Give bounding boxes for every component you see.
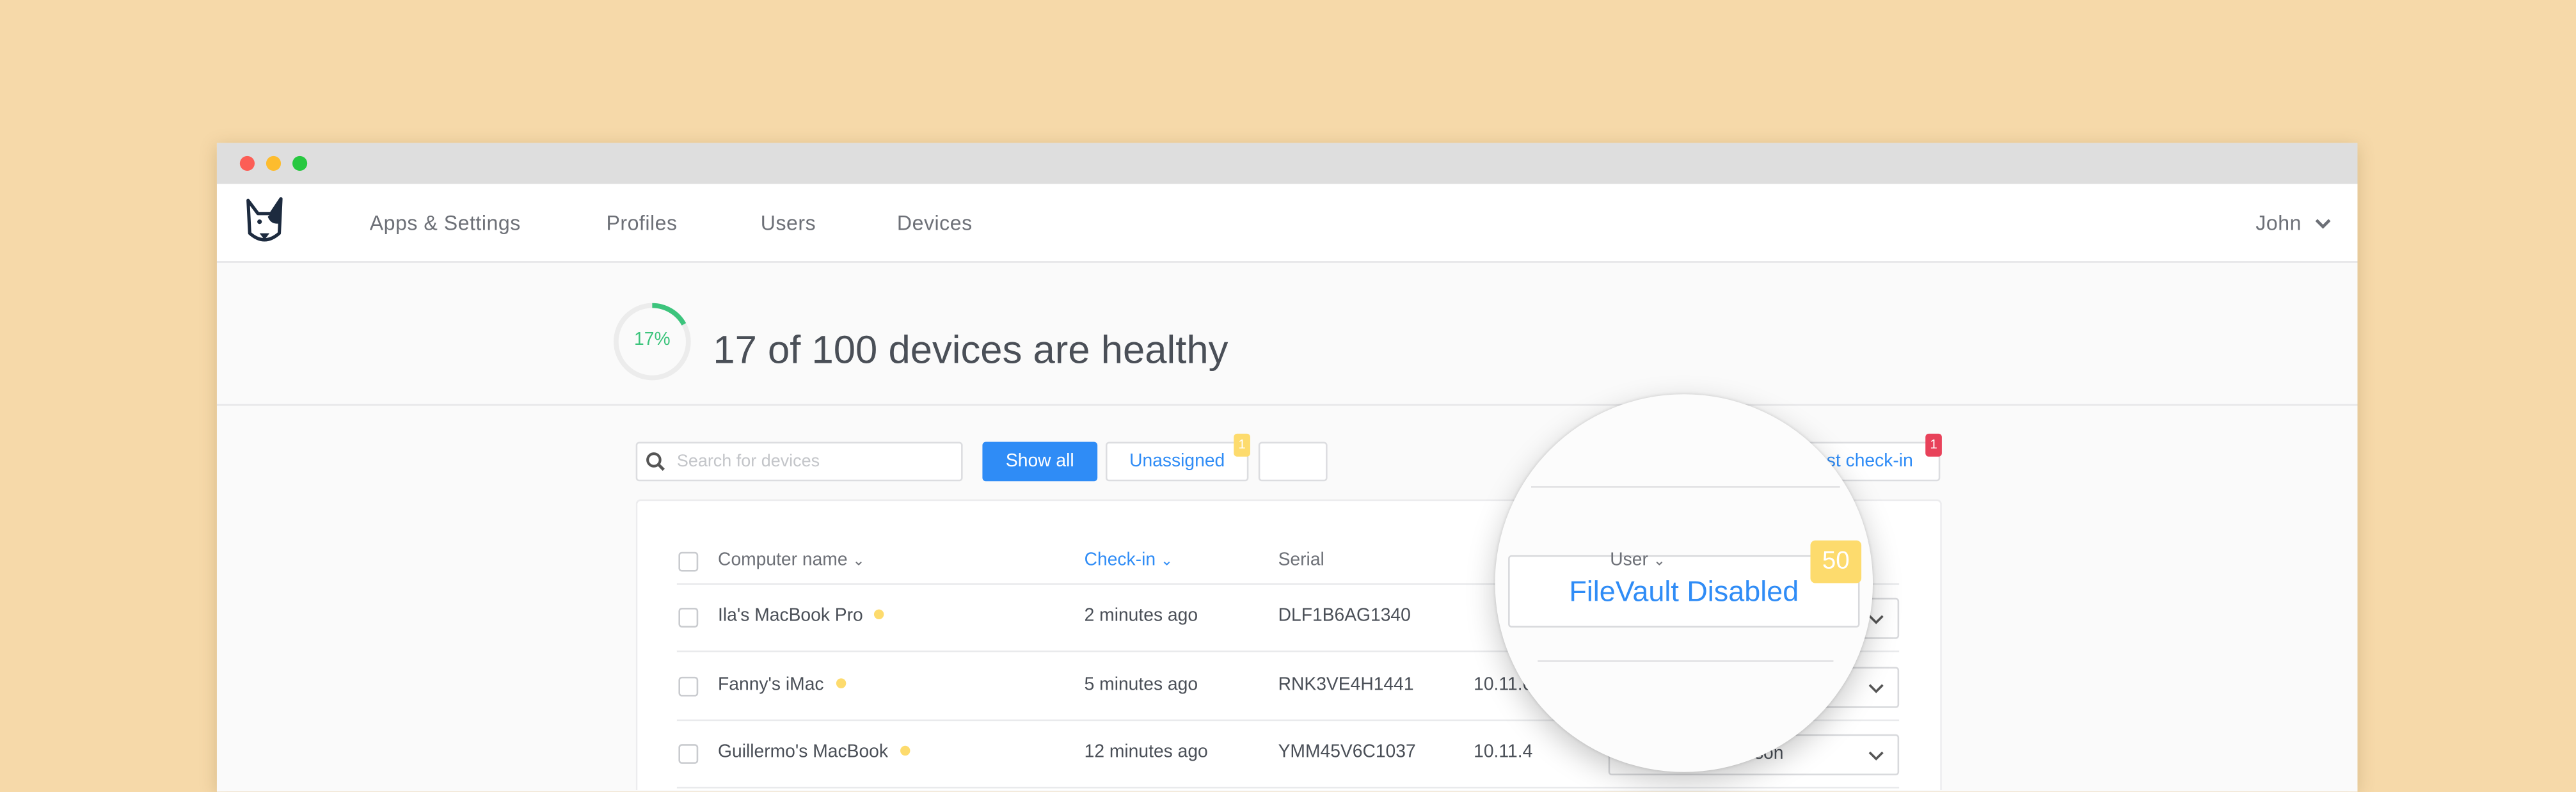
computer-name-text: Fanny's iMac — [718, 674, 824, 694]
chevron-down-icon: ⌄ — [852, 551, 865, 569]
divider — [1531, 486, 1840, 488]
top-nav: Apps & Settings Profiles Users Devices J… — [216, 184, 2358, 263]
serial-number: YMM45V6C1037 — [1278, 742, 1416, 763]
dog-logo-icon[interactable] — [243, 197, 286, 246]
hidden-filter-button[interactable] — [1258, 441, 1328, 482]
health-summary: 17% 17 of 100 devices are healthy — [216, 262, 2358, 406]
computer-name[interactable]: Fanny's iMac — [718, 674, 846, 694]
computer-name[interactable]: Guillermo's MacBook — [718, 742, 910, 763]
stage: Apps & Settings Profiles Users Devices J… — [0, 0, 2576, 792]
title-bar — [216, 143, 2358, 184]
zoom-window-button[interactable] — [292, 155, 308, 171]
unassigned-count-badge: 1 — [1234, 433, 1250, 457]
nav-users[interactable]: Users — [761, 212, 816, 235]
health-percent: 17% — [634, 330, 671, 350]
chevron-down-icon: ⌄ — [1160, 551, 1173, 569]
header-label: Check-in — [1084, 550, 1156, 570]
user-name: John — [2255, 212, 2302, 235]
nav-devices[interactable]: Devices — [897, 212, 973, 235]
os-version: 10.11.4 — [1474, 742, 1533, 763]
computer-name-text: Ila's MacBook Pro — [718, 606, 863, 626]
header-serial[interactable]: Serial — [1278, 550, 1324, 570]
header-user[interactable]: User ⌄ — [1610, 550, 1666, 570]
status-dot — [835, 677, 846, 688]
health-headline: 17 of 100 devices are healthy — [713, 328, 1228, 373]
computer-name-text: Guillermo's MacBook — [718, 742, 888, 763]
unassigned-filter-button[interactable]: Unassigned — [1105, 441, 1249, 482]
stale-count-badge: 1 — [1925, 433, 1942, 457]
status-dot — [874, 609, 885, 619]
search-icon — [646, 452, 665, 471]
chevron-down-icon — [1868, 751, 1884, 761]
row-checkbox[interactable] — [678, 744, 699, 764]
search-placeholder: Search for devices — [676, 452, 820, 471]
header-label: Computer name — [718, 550, 848, 570]
divider — [1538, 660, 1834, 662]
nav-profiles[interactable]: Profiles — [606, 212, 677, 235]
header-computer-name[interactable]: Computer name ⌄ — [718, 550, 865, 570]
app-window: Apps & Settings Profiles Users Devices J… — [216, 143, 2358, 792]
chevron-down-icon — [1868, 615, 1884, 624]
row-checkbox[interactable] — [678, 608, 699, 628]
row-checkbox[interactable] — [678, 676, 699, 696]
header-check-in[interactable]: Check-in ⌄ — [1085, 550, 1173, 570]
check-in-time: 5 minutes ago — [1084, 674, 1198, 694]
unassigned-label: Unassigned — [1129, 452, 1225, 471]
serial-number: RNK3VE4H1441 — [1278, 674, 1414, 694]
magnifier-callout: FileVault Disabled 50 — [1495, 394, 1873, 772]
check-in-time: 2 minutes ago — [1084, 606, 1198, 626]
check-in-time: 12 minutes ago — [1084, 742, 1208, 763]
search-input[interactable]: Search for devices — [635, 441, 963, 482]
close-window-button[interactable] — [239, 155, 255, 171]
divider — [676, 786, 1900, 789]
minimize-window-button[interactable] — [266, 155, 282, 171]
chevron-down-icon — [1868, 683, 1884, 693]
user-menu[interactable]: John — [2255, 212, 2330, 235]
show-all-button[interactable]: Show all — [982, 441, 1098, 482]
nav-apps-settings[interactable]: Apps & Settings — [370, 212, 521, 235]
chevron-down-icon: ⌄ — [1653, 551, 1666, 569]
serial-number: DLF1B6AG1340 — [1278, 606, 1411, 626]
computer-name[interactable]: Ila's MacBook Pro — [718, 606, 885, 626]
filevault-filter-button[interactable]: FileVault Disabled — [1508, 555, 1860, 628]
status-dot — [900, 745, 910, 756]
chevron-down-icon — [2314, 219, 2330, 229]
select-all-checkbox[interactable] — [678, 551, 699, 572]
header-label: User — [1610, 550, 1648, 570]
filevault-count-badge: 50 — [1810, 540, 1862, 583]
